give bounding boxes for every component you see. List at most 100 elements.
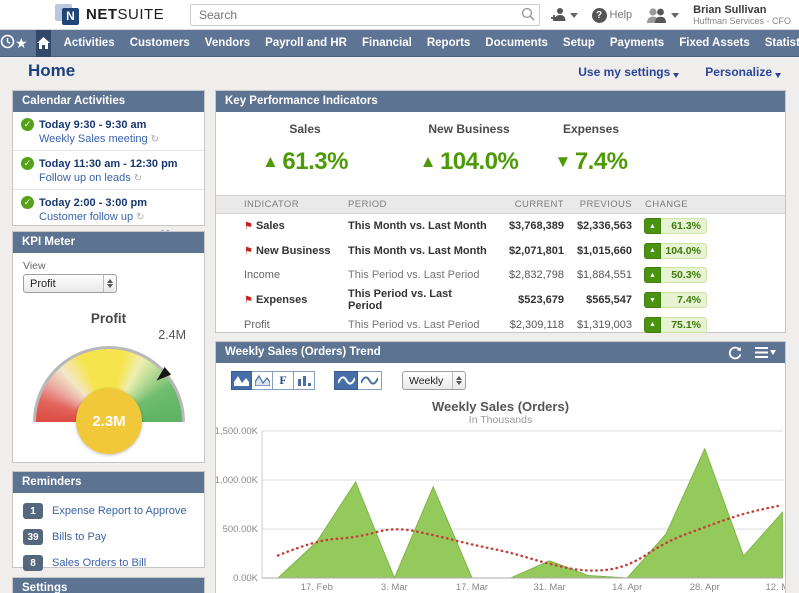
flag-icon: ⚑: [244, 295, 253, 306]
chart-type-flag-button[interactable]: F: [273, 371, 294, 390]
col-header-indicator[interactable]: INDICATOR: [244, 199, 348, 210]
kpi-meter-title: KPI Meter: [22, 232, 75, 253]
kpi-headline-sales[interactable]: Sales ▲61.3%: [230, 122, 380, 176]
refresh-icon[interactable]: [728, 346, 742, 360]
personalize-label: Personalize: [705, 65, 772, 79]
col-header-period[interactable]: PERIOD: [348, 199, 488, 210]
search-icon[interactable]: [517, 7, 539, 24]
weekly-sales-chart[interactable]: 0.00K500.00K1,000.00K1,500.00K17. Feb3. …: [217, 426, 786, 593]
up-arrow-icon: ▲: [644, 243, 661, 259]
trendline-smooth-button[interactable]: [334, 371, 358, 390]
flag-icon: ⚑: [244, 246, 253, 257]
flag-chart-icon: F: [279, 373, 286, 388]
create-new-button[interactable]: [550, 7, 578, 23]
up-arrow-icon: ▲: [420, 152, 436, 172]
svg-text:500.00K: 500.00K: [223, 524, 259, 535]
help-button[interactable]: ? Help: [592, 8, 633, 23]
kpi-headline-expenses[interactable]: Expenses ▼7.4%: [516, 122, 666, 176]
gauge-marker-label: 2.4M: [158, 328, 186, 342]
event-title[interactable]: Customer follow up: [39, 211, 133, 223]
bar-chart-icon: [298, 375, 311, 386]
netsuite-logo-icon: N: [55, 4, 79, 25]
kpi-panel-header[interactable]: Key Performance Indicators: [216, 91, 785, 112]
use-my-settings-button[interactable]: Use my settings: [578, 65, 679, 79]
create-new-icon: [550, 7, 567, 23]
chevron-down-icon: [770, 350, 776, 355]
user-info[interactable]: Brian Sullivan Huffman Services - CFO: [693, 4, 791, 27]
table-row[interactable]: ⚑Expenses This Period vs. Last Period $5…: [216, 288, 785, 313]
shortcuts-button[interactable]: ★: [15, 35, 28, 52]
check-circle-icon: ✓: [21, 196, 34, 209]
calendar-activities-header[interactable]: Calendar Activities: [13, 91, 204, 112]
table-row[interactable]: ⚑New Business This Month vs. Last Month …: [216, 239, 785, 264]
nav-item-statistical-analysis[interactable]: Statistical Analysis: [765, 37, 799, 49]
event-title[interactable]: Follow up on leads: [39, 172, 131, 184]
calendar-event[interactable]: ✓ Today 2:00 - 3:00 pm Customer follow up…: [13, 189, 204, 228]
chart-type-area-button[interactable]: [231, 371, 252, 390]
recurring-icon: ↻: [151, 134, 159, 145]
reminder-label[interactable]: Bills to Pay: [52, 531, 106, 543]
nav-item-fixed-assets[interactable]: Fixed Assets: [679, 37, 750, 49]
global-search[interactable]: [190, 4, 540, 26]
chevron-down-icon: [673, 73, 679, 78]
event-title[interactable]: Weekly Sales meeting: [39, 133, 148, 145]
kpi-meter-header[interactable]: KPI Meter: [13, 232, 204, 253]
nav-item-financial[interactable]: Financial: [362, 37, 412, 49]
reminders-title: Reminders: [22, 472, 81, 493]
reminder-item[interactable]: 39 Bills to Pay: [23, 529, 194, 545]
table-row[interactable]: Profit This Period vs. Last Period $2,30…: [216, 312, 785, 337]
portlet-menu-icon[interactable]: [755, 347, 776, 358]
kpi-headline-value: 61.3%: [282, 148, 348, 176]
col-header-change[interactable]: CHANGE: [632, 199, 785, 210]
event-time: Today 2:00 - 3:00 pm: [39, 197, 147, 209]
home-tab[interactable]: [36, 30, 51, 57]
reminder-label[interactable]: Sales Orders to Bill: [52, 557, 146, 569]
svg-text:17. Mar: 17. Mar: [456, 582, 488, 593]
nav-item-setup[interactable]: Setup: [563, 37, 595, 49]
use-my-settings-label: Use my settings: [578, 65, 670, 79]
personalize-button[interactable]: Personalize: [705, 65, 781, 79]
chevron-down-icon: [671, 13, 679, 18]
chart-type-bar-button[interactable]: [294, 371, 315, 390]
reminder-item[interactable]: 8 Sales Orders to Bill: [23, 555, 194, 571]
nav-item-activities[interactable]: Activities: [64, 37, 115, 49]
table-row[interactable]: Income This Period vs. Last Period $2,83…: [216, 263, 785, 288]
reminder-item[interactable]: 1 Expense Report to Approve: [23, 503, 194, 519]
gauge-value: 2.3M: [76, 388, 142, 454]
svg-text:17. Feb: 17. Feb: [301, 582, 333, 593]
nav-item-payments[interactable]: Payments: [610, 37, 664, 49]
kpi-panel-title: Key Performance Indicators: [225, 91, 378, 112]
nav-item-payroll-hr[interactable]: Payroll and HR: [265, 37, 347, 49]
nav-item-customers[interactable]: Customers: [130, 37, 190, 49]
chart-type-line-button[interactable]: [252, 371, 273, 390]
recent-records-button[interactable]: [0, 34, 15, 52]
kpi-headline-label: Expenses: [516, 122, 666, 136]
event-time: Today 11:30 am - 12:30 pm: [39, 158, 178, 170]
trendline-outline-button[interactable]: [358, 371, 382, 390]
netsuite-logo: N NETSUITE: [55, 4, 164, 25]
avatar-icon: [646, 7, 668, 24]
nav-item-reports[interactable]: Reports: [427, 37, 470, 49]
reminder-count-badge: 8: [23, 555, 43, 571]
calendar-event[interactable]: ✓Today 11:30 am - 12:30 pm Follow up on …: [13, 150, 204, 189]
kpi-headline-label: Sales: [230, 122, 380, 136]
recurring-icon: ↻: [134, 173, 142, 184]
interval-select[interactable]: Weekly: [402, 371, 466, 390]
nav-item-documents[interactable]: Documents: [485, 37, 548, 49]
calendar-event[interactable]: ✓Today 9:30 - 9:30 am Weekly Sales meeti…: [13, 112, 204, 150]
recurring-icon: ↻: [136, 212, 144, 223]
col-header-current[interactable]: CURRENT: [488, 199, 564, 210]
nav-item-vendors[interactable]: Vendors: [205, 37, 250, 49]
chart-title: Weekly Sales (Orders): [216, 399, 785, 414]
settings-header[interactable]: Settings: [13, 578, 204, 593]
up-arrow-icon: ▲: [644, 317, 661, 333]
table-row[interactable]: ⚑Sales This Month vs. Last Month $3,768,…: [216, 214, 785, 239]
change-badge: ▲104.0%: [644, 243, 707, 259]
reminders-header[interactable]: Reminders: [13, 472, 204, 493]
reminder-label[interactable]: Expense Report to Approve: [52, 505, 187, 517]
search-input[interactable]: [191, 8, 517, 22]
col-header-previous[interactable]: PREVIOUS: [564, 199, 632, 210]
kpi-view-select[interactable]: Profit: [23, 274, 117, 293]
user-menu[interactable]: [646, 7, 679, 24]
trend-panel-header[interactable]: Weekly Sales (Orders) Trend: [216, 342, 785, 363]
